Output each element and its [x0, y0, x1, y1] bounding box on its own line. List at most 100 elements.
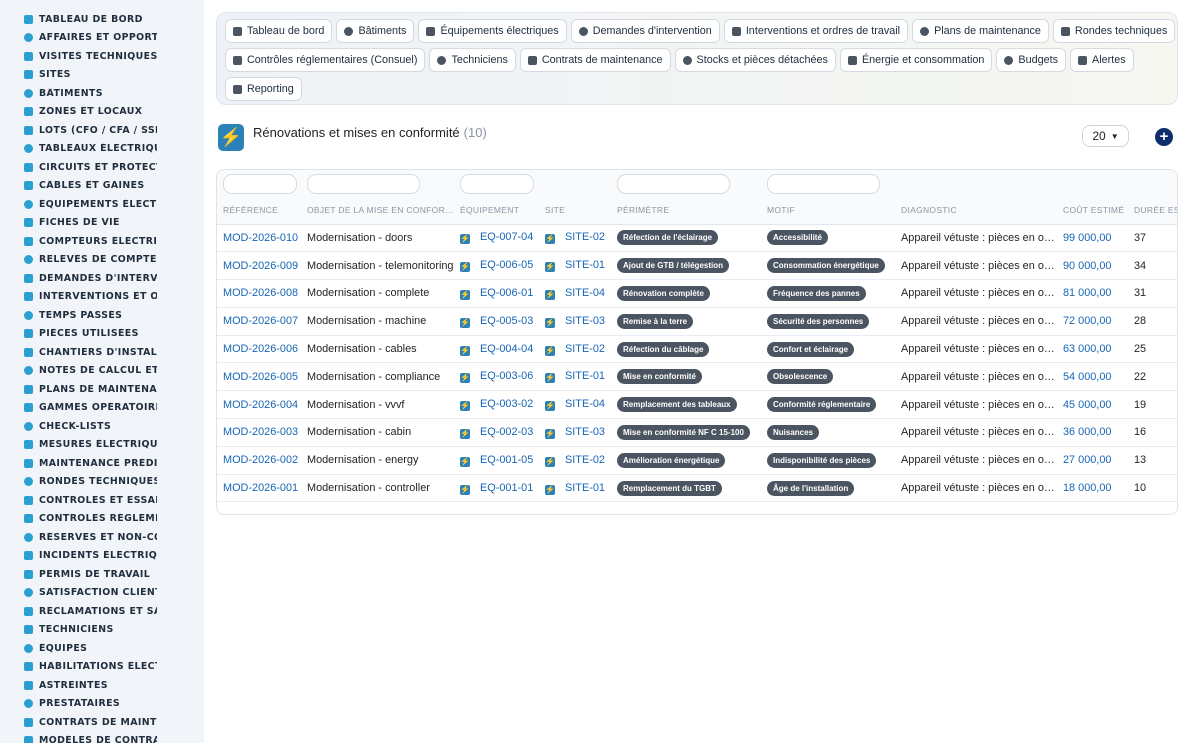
nav-button[interactable]: Plans de maintenance [912, 19, 1049, 43]
reference-link[interactable]: MOD-2026-003 [223, 426, 298, 438]
filter-input-motif[interactable] [767, 174, 880, 194]
site-link[interactable]: SITE-01 [565, 482, 605, 494]
nav-button[interactable]: Tableau de bord [225, 19, 333, 43]
site-link[interactable]: SITE-04 [565, 287, 605, 299]
equipement-link[interactable]: EQ-006-01 [480, 287, 533, 299]
equipement-link[interactable]: EQ-006-05 [480, 259, 533, 271]
table-row[interactable]: MOD-2026-005 Modernisation - compliance ⚡ E… [217, 362, 1177, 392]
sidebar-item[interactable]: NOTES DE CALCUL ET ÉTUDES [0, 362, 204, 381]
sidebar-item[interactable]: RELEVÉS DE COMPTEURS [0, 251, 204, 270]
sidebar-item[interactable]: BÂTIMENTS [0, 84, 204, 103]
site-link[interactable]: SITE-03 [565, 426, 605, 438]
equipement-link[interactable]: EQ-001-05 [480, 454, 533, 466]
column-header[interactable]: RÉFÉRENCE [217, 196, 301, 225]
add-button[interactable]: + [1155, 128, 1173, 146]
column-header[interactable]: DURÉE ESTIMÉE [1128, 196, 1177, 225]
sidebar-item[interactable]: HABILITATIONS ÉLECTRIQUES [0, 658, 204, 677]
nav-button[interactable]: Reporting [225, 77, 302, 101]
filter-input-objet[interactable] [307, 174, 420, 194]
sidebar-item[interactable]: RÉSERVES ET NON-CONFORMITÉS [0, 528, 204, 547]
sidebar-item[interactable]: PRESTATAIRES [0, 695, 204, 714]
table-row[interactable]: MOD-2026-001 Modernisation - controller ⚡ E… [217, 474, 1177, 503]
sidebar-item[interactable]: CIRCUITS ET PROTECTIONS [0, 158, 204, 177]
sidebar-item[interactable]: RONDES TECHNIQUES [0, 473, 204, 492]
sidebar-item[interactable]: PERMIS DE TRAVAIL [0, 565, 204, 584]
reference-link[interactable]: MOD-2026-004 [223, 399, 298, 411]
column-header[interactable]: OBJET DE LA MISE EN CONFORMITÉ [301, 196, 454, 225]
sidebar-item[interactable]: VISITES TECHNIQUES ET RELEVÉS [0, 47, 204, 66]
nav-button[interactable]: Équipements électriques [418, 19, 567, 43]
sidebar-item[interactable]: TABLEAU DE BORD [0, 10, 204, 29]
page-size-select[interactable]: 20 ▼ [1082, 125, 1129, 147]
filter-input-perimetre[interactable] [617, 174, 730, 194]
sidebar-item[interactable]: CONTRATS DE MAINTENANCE [0, 713, 204, 732]
sidebar-item[interactable]: TECHNICIENS [0, 621, 204, 640]
sidebar-item[interactable]: ASTREINTES [0, 676, 204, 695]
reference-link[interactable]: MOD-2026-010 [223, 232, 298, 244]
column-header[interactable]: MOTIF [761, 196, 895, 225]
sidebar-item[interactable]: ÉQUIPEMENTS ÉLECTRIQUES [0, 195, 204, 214]
site-link[interactable]: SITE-02 [565, 454, 605, 466]
sidebar-item[interactable]: INTERVENTIONS ET ORDRES DE TRAVAIL [0, 288, 204, 307]
sidebar-item[interactable]: PLANS DE MAINTENANCE [0, 380, 204, 399]
nav-button[interactable]: Contrats de maintenance [519, 48, 671, 72]
nav-button[interactable]: Énergie et consommation [839, 48, 993, 72]
equipement-link[interactable]: EQ-002-03 [480, 426, 533, 438]
equipement-link[interactable]: EQ-003-06 [480, 370, 533, 382]
nav-button[interactable]: Techniciens [429, 48, 516, 72]
sidebar-item[interactable]: ZONES ET LOCAUX [0, 103, 204, 122]
sidebar-item[interactable]: AFFAIRES ET OPPORTUNITÉS [0, 29, 204, 48]
sidebar-item[interactable]: CONTRÔLES ET ESSAIS [0, 491, 204, 510]
reference-link[interactable]: MOD-2026-007 [223, 315, 298, 327]
reference-link[interactable]: MOD-2026-008 [223, 287, 298, 299]
sidebar-item[interactable]: DEMANDES D'INTERVENTION [0, 269, 204, 288]
site-link[interactable]: SITE-01 [565, 370, 605, 382]
table-row[interactable]: MOD-2026-009 Modernisation - telemonitori… [217, 251, 1177, 281]
site-link[interactable]: SITE-02 [565, 343, 605, 355]
sidebar-item[interactable]: GAMMES OPÉRATOIRES [0, 399, 204, 418]
site-link[interactable]: SITE-03 [565, 315, 605, 327]
equipement-link[interactable]: EQ-005-03 [480, 315, 533, 327]
nav-button[interactable]: Contrôles réglementaires (Consuel) [225, 48, 426, 72]
sidebar-item[interactable]: FICHES DE VIE [0, 214, 204, 233]
equipement-link[interactable]: EQ-007-04 [480, 231, 533, 243]
sidebar-item[interactable]: COMPTEURS ÉLECTRIQUES [0, 232, 204, 251]
sidebar-item[interactable]: MODÈLES DE CONTRATS [0, 732, 204, 743]
table-row[interactable]: MOD-2026-002 Modernisation - energy ⚡ EQ-00… [217, 446, 1177, 475]
reference-link[interactable]: MOD-2026-006 [223, 343, 298, 355]
reference-link[interactable]: MOD-2026-009 [223, 260, 298, 272]
table-row[interactable]: MOD-2026-003 Modernisation - cabin ⚡ EQ-002… [217, 418, 1177, 447]
column-header[interactable]: PÉRIMÈTRE [611, 196, 761, 225]
sidebar-item[interactable]: SITES [0, 66, 204, 85]
equipement-link[interactable]: EQ-003-02 [480, 398, 533, 410]
filter-input-equipement[interactable] [460, 174, 534, 194]
equipement-link[interactable]: EQ-001-01 [480, 482, 533, 494]
sidebar-item[interactable]: RÉCLAMATIONS ET SAV [0, 602, 204, 621]
filter-input-reference[interactable] [223, 174, 297, 194]
column-header[interactable]: DIAGNOSTIC [895, 196, 1057, 225]
nav-button[interactable]: Interventions et ordres de travail [723, 19, 909, 43]
nav-button[interactable]: Bâtiments [336, 19, 415, 43]
column-header[interactable]: SITE [539, 196, 611, 225]
table-row[interactable]: MOD-2026-004 Modernisation - vvvf ⚡ EQ-003-… [217, 390, 1177, 420]
nav-button[interactable]: Budgets [996, 48, 1067, 72]
sidebar-item[interactable]: SATISFACTION CLIENT [0, 584, 204, 603]
site-link[interactable]: SITE-04 [565, 398, 605, 410]
nav-button[interactable]: Demandes d'intervention [570, 19, 720, 43]
site-link[interactable]: SITE-01 [565, 259, 605, 271]
sidebar-item[interactable]: INCIDENTS ÉLECTRIQUES [0, 547, 204, 566]
reference-link[interactable]: MOD-2026-001 [223, 482, 298, 494]
column-header[interactable]: ÉQUIPEMENT [454, 196, 539, 225]
sidebar-item[interactable]: TABLEAUX ÉLECTRIQUES [0, 140, 204, 159]
sidebar-item[interactable]: CHECK-LISTS [0, 417, 204, 436]
sidebar-item[interactable]: CONTRÔLES RÉGLEMENTAIRES [0, 510, 204, 529]
reference-link[interactable]: MOD-2026-005 [223, 371, 298, 383]
sidebar-item[interactable]: PIÈCES UTILISÉES [0, 325, 204, 344]
table-row[interactable]: MOD-2026-010 Modernisation - doors ⚡ EQ-007… [217, 224, 1177, 253]
column-header[interactable]: COÛT ESTIMÉ [1057, 196, 1128, 225]
nav-button[interactable]: Alertes [1070, 48, 1134, 72]
sidebar-item[interactable]: CHANTIERS D'INSTALLATION [0, 343, 204, 362]
table-row[interactable]: MOD-2026-006 Modernisation - cables ⚡ EQ-00… [217, 335, 1177, 364]
reference-link[interactable]: MOD-2026-002 [223, 454, 298, 466]
equipement-link[interactable]: EQ-004-04 [480, 343, 533, 355]
